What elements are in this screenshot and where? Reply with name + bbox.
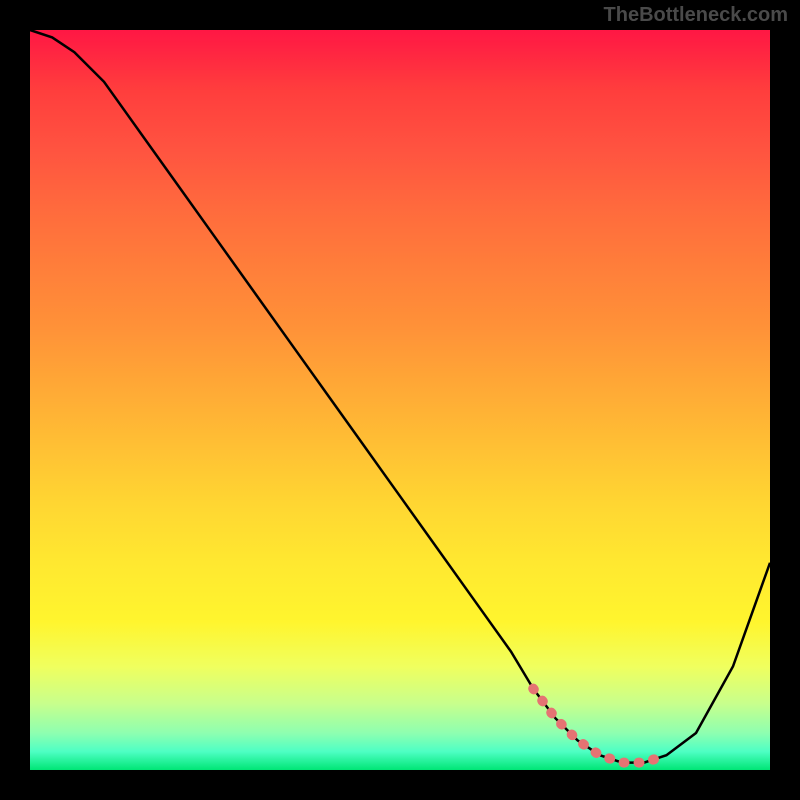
- highlight-segment: [533, 689, 666, 763]
- highlight-group: [533, 689, 666, 763]
- chart-svg: [30, 30, 770, 770]
- watermark-text: TheBottleneck.com: [604, 4, 788, 27]
- bottleneck-curve: [30, 30, 770, 763]
- curve-group: [30, 30, 770, 763]
- plot-area: [30, 30, 770, 770]
